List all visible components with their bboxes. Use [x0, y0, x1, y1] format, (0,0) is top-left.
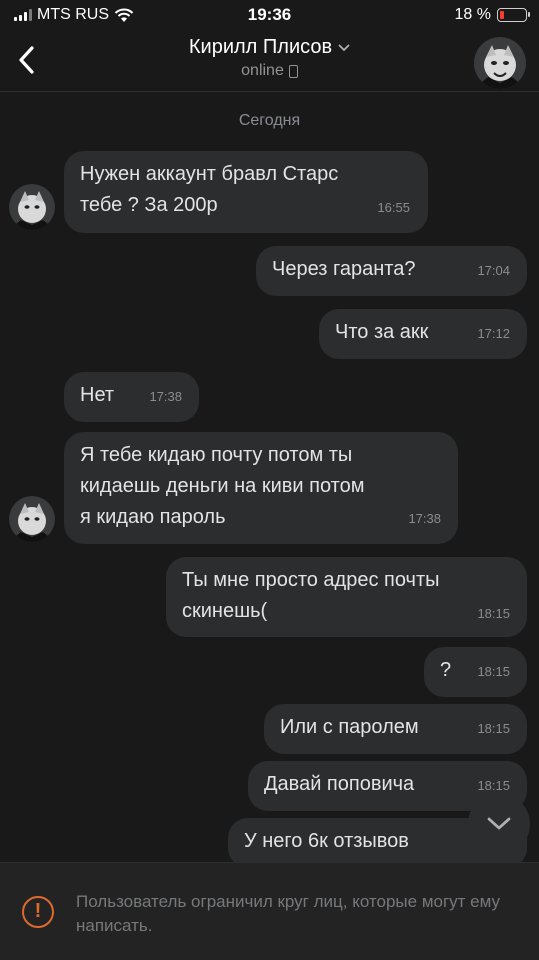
message-time: 17:12	[477, 326, 510, 341]
message-text: Через гаранта?	[272, 258, 416, 280]
message-time: 18:15	[477, 664, 510, 679]
message-text: Или с паролем	[280, 716, 419, 738]
message-text: Нужен аккаунт бравл Старс тебе ? За 200р	[80, 163, 339, 216]
message-text: Я тебе кидаю почту потом ты кидаешь день…	[80, 444, 365, 528]
chat-header: Кирилл Плисов online	[0, 30, 539, 92]
chevron-down-icon[interactable]	[338, 44, 350, 52]
message-incoming[interactable]: Нужен аккаунт бравл Старс тебе ? За 200р…	[64, 151, 428, 233]
battery-percent: 18 %	[454, 6, 491, 23]
avatar[interactable]	[9, 496, 55, 542]
warning-icon: !	[22, 896, 54, 928]
message-outgoing[interactable]: ? 18:15	[424, 647, 527, 697]
battery-icon	[497, 8, 530, 22]
battery-level-fill	[500, 11, 504, 19]
message-text: Давай поповича	[264, 773, 415, 795]
scroll-down-button[interactable]	[468, 793, 530, 855]
message-time: 17:38	[408, 511, 441, 526]
date-separator: Сегодня	[238, 112, 301, 129]
message-time: 17:04	[477, 263, 510, 278]
online-status: online	[241, 62, 284, 79]
message-incoming[interactable]: Нет 17:38	[64, 372, 199, 422]
notice-text: Пользователь ограничил круг лиц, которые…	[76, 892, 501, 935]
chat-title[interactable]: Кирилл Плисов online	[0, 36, 539, 80]
message-text: Ты мне просто адрес почты скинешь(	[182, 569, 440, 622]
chevron-down-icon	[487, 817, 511, 830]
contact-name[interactable]: Кирилл Плисов	[189, 36, 332, 59]
status-bar: MTS RUS 19:36 18 %	[0, 0, 539, 30]
contact-avatar[interactable]	[474, 37, 526, 89]
mobile-phone-icon	[288, 64, 298, 78]
message-time: 16:55	[377, 200, 410, 215]
message-time: 18:15	[477, 721, 510, 736]
message-outgoing[interactable]: Или с паролем 18:15	[264, 704, 527, 754]
message-time: 18:15	[477, 606, 510, 621]
message-time: 17:38	[149, 389, 182, 404]
avatar[interactable]	[9, 184, 55, 230]
restriction-notice: ! Пользователь ограничил круг лиц, котор…	[0, 862, 539, 960]
message-outgoing[interactable]: Что за акк 17:12	[319, 309, 527, 359]
battery-info: 18 %	[454, 6, 530, 24]
message-outgoing[interactable]: Ты мне просто адрес почты скинешь( 18:15	[166, 557, 527, 637]
message-outgoing[interactable]: Через гаранта? 17:04	[256, 246, 527, 296]
message-incoming[interactable]: Я тебе кидаю почту потом ты кидаешь день…	[64, 432, 458, 544]
